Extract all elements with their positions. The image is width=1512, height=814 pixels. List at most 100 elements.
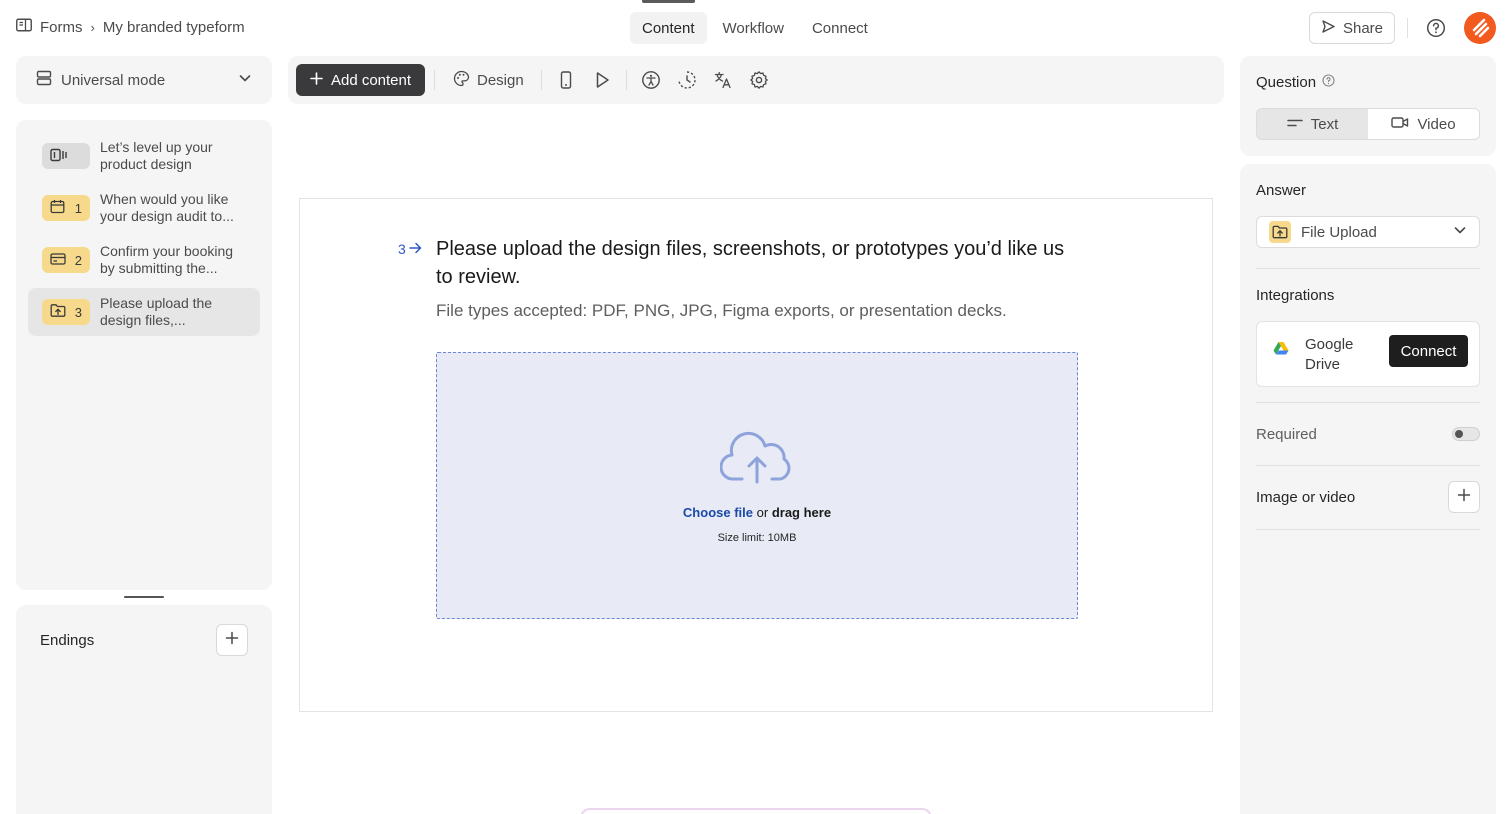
file-upload-dropzone[interactable]: Choose file or drag here Size limit: 10M… [436, 352, 1078, 619]
question-item-3[interactable]: 3 Please upload the design files,... [28, 288, 260, 336]
mode-label: Universal mode [61, 71, 166, 89]
question-item-text: Let’s level up your product design [100, 139, 213, 172]
text-label: Text [1310, 115, 1339, 133]
text-icon [1286, 116, 1303, 133]
breadcrumb-form-name[interactable]: My branded typeform [103, 19, 245, 36]
google-drive-integration-card: Google Drive Connect [1256, 321, 1480, 387]
question-badge: 2 [42, 247, 90, 273]
help-icon[interactable] [1426, 18, 1446, 43]
answer-label: Answer [1256, 182, 1307, 199]
answer-settings-panel: Answer File Upload Integrations Google D… [1240, 164, 1496, 814]
forms-icon [16, 18, 32, 36]
endings-label: Endings [40, 632, 95, 649]
question-type-video[interactable]: Video [1368, 109, 1479, 139]
question-number: 2 [74, 252, 82, 268]
drag-here-text: drag here [771, 505, 832, 520]
tab-content[interactable]: Content [630, 0, 707, 44]
question-item-text: When would you like your design audit to… [100, 191, 234, 224]
question-badge [42, 143, 90, 169]
play-icon[interactable] [592, 70, 612, 90]
upload-instructions: Choose file or drag here [437, 505, 1077, 520]
tab-workflow[interactable]: Workflow [711, 12, 796, 44]
avatar[interactable] [1464, 12, 1496, 44]
plus-icon [1457, 488, 1471, 507]
arrow-right-icon [409, 241, 422, 257]
question-number-indicator: 3 [398, 241, 422, 257]
answer-type-select[interactable]: File Upload [1256, 216, 1480, 248]
accessibility-icon[interactable] [641, 70, 661, 90]
translate-icon[interactable] [713, 70, 733, 90]
chevron-down-icon [1453, 223, 1467, 241]
question-settings-panel: Question Text Video [1240, 56, 1496, 156]
question-description[interactable]: File types accepted: PDF, PNG, JPG, Figm… [436, 301, 1007, 321]
folder-upload-icon [50, 303, 66, 321]
toolbar-divider [434, 70, 435, 90]
question-item-text: Confirm your booking by submitting the..… [100, 243, 234, 276]
settings-gear-icon[interactable] [749, 70, 769, 90]
breadcrumb: Forms › My branded typeform [16, 18, 245, 36]
question-type-text[interactable]: Text [1257, 109, 1368, 139]
section-divider [1256, 465, 1480, 466]
integrations-label: Integrations [1256, 287, 1335, 304]
question-type-segmented-control: Text Video [1256, 108, 1480, 140]
question-number: 3 [74, 304, 82, 320]
cloud-upload-icon [719, 429, 794, 490]
section-divider [1256, 529, 1480, 530]
form-preview-canvas: 3 Please upload the design files, screen… [299, 198, 1213, 712]
main-tabs: Content Workflow Connect [630, 0, 880, 44]
question-item-1[interactable]: 1 When would you like your design audit … [28, 184, 260, 232]
breadcrumb-separator: › [90, 19, 95, 35]
folder-upload-icon [1269, 221, 1291, 243]
required-label: Required [1256, 426, 1317, 443]
questions-list: Let’s level up your product design 1 Whe… [16, 120, 272, 590]
video-icon [1391, 116, 1409, 133]
palette-icon [453, 70, 470, 91]
question-type-heading: Question [1256, 74, 1335, 91]
question-item-welcome[interactable]: Let’s level up your product design [28, 132, 260, 180]
add-content-label: Add content [330, 71, 412, 89]
section-divider [1256, 268, 1480, 269]
loading-time-icon[interactable] [677, 70, 697, 90]
question-item-2[interactable]: 2 Confirm your booking by submitting the… [28, 236, 260, 284]
top-bar: Forms › My branded typeform Content Work… [0, 0, 1512, 56]
panel-resize-handle[interactable] [124, 596, 164, 598]
stack-icon [36, 70, 52, 90]
question-badge: 3 [42, 299, 90, 325]
bottom-floating-bar[interactable] [580, 808, 932, 814]
required-toggle[interactable] [1452, 427, 1480, 441]
answer-type-label: File Upload [1301, 223, 1377, 241]
toolbar-divider [541, 70, 542, 90]
question-item-text: Please upload the design files,... [100, 295, 213, 328]
choose-file-link[interactable]: Choose file [683, 505, 753, 520]
toolbar-divider [626, 70, 627, 90]
add-content-button[interactable]: Add content [296, 64, 425, 96]
universal-mode-select[interactable]: Universal mode [16, 56, 272, 104]
chevron-down-icon [238, 71, 252, 89]
question-title[interactable]: Please upload the design files, screensh… [436, 235, 1086, 291]
share-label: Share [1342, 19, 1384, 37]
add-image-or-video-button[interactable] [1448, 481, 1480, 513]
size-limit-text: Size limit: 10MB [717, 532, 797, 544]
integration-name: Google Drive [1305, 336, 1354, 373]
mobile-preview-icon[interactable] [556, 70, 576, 90]
info-icon[interactable] [1322, 74, 1335, 91]
google-drive-icon [1269, 336, 1293, 360]
section-divider [1256, 402, 1480, 403]
breadcrumb-forms-link[interactable]: Forms [40, 19, 83, 36]
design-button[interactable]: Design [453, 70, 524, 91]
question-number: 3 [398, 241, 406, 257]
header-divider [1407, 18, 1408, 38]
plus-icon [310, 71, 323, 89]
share-button[interactable]: Share [1309, 12, 1395, 44]
tab-connect[interactable]: Connect [800, 12, 880, 44]
welcome-screen-icon [50, 148, 68, 165]
connect-google-drive-button[interactable]: Connect [1389, 335, 1468, 367]
question-label: Question [1256, 74, 1317, 91]
design-label: Design [477, 72, 524, 89]
editor-toolbar: Add content Design [288, 56, 1224, 104]
endings-panel: Endings [16, 605, 272, 814]
send-icon [1321, 19, 1336, 38]
question-badge: 1 [42, 195, 90, 221]
add-ending-button[interactable] [216, 624, 248, 656]
card-icon [50, 252, 66, 269]
